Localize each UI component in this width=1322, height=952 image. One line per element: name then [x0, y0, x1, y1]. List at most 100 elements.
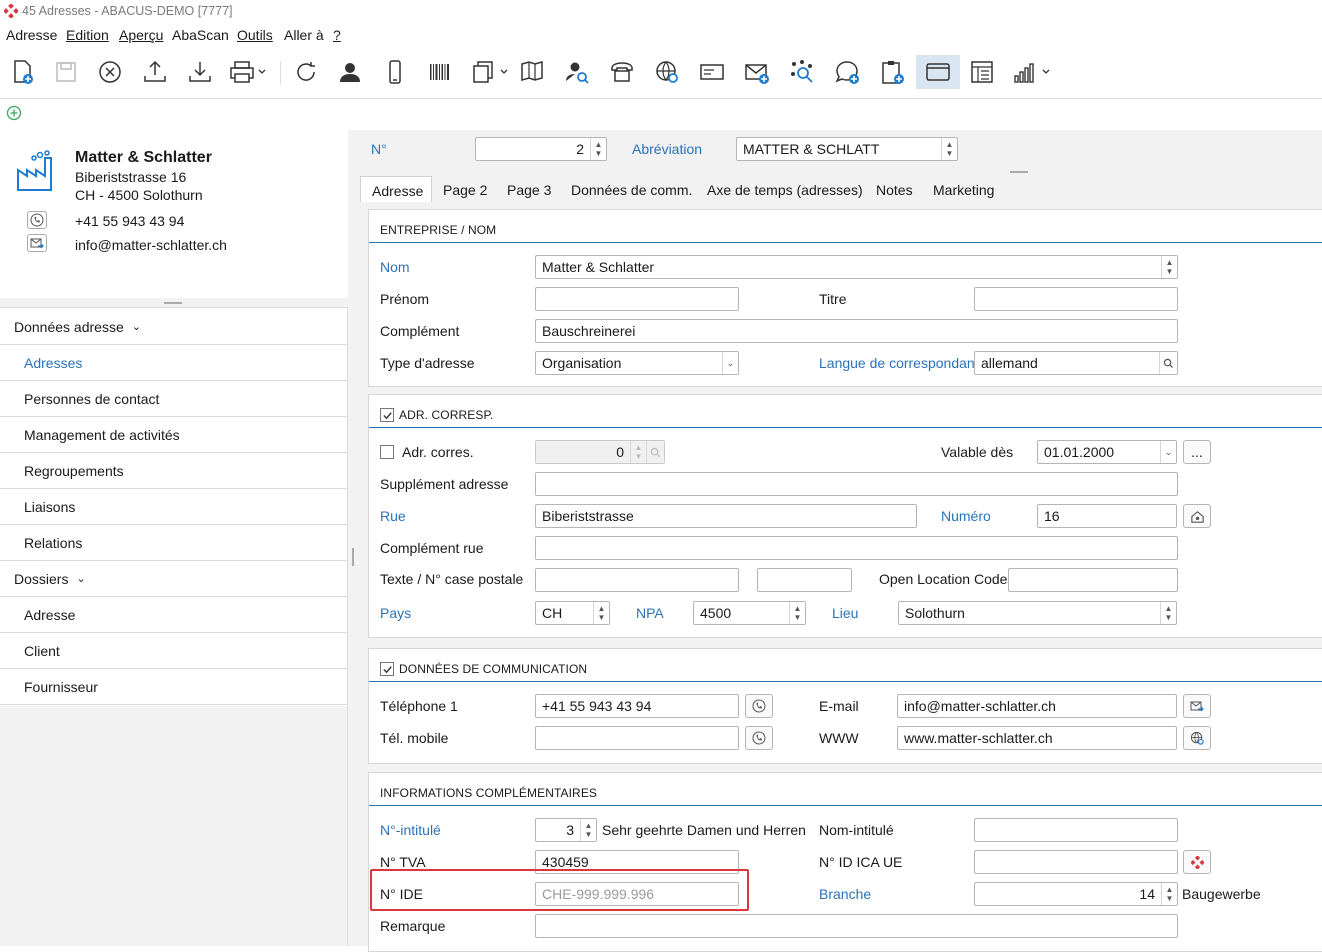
tab-donnees-de-comm[interactable]: Données de comm. — [571, 176, 692, 202]
cancel-icon[interactable] — [90, 55, 130, 89]
network-search-icon[interactable] — [782, 55, 822, 89]
nav-group-dossiers[interactable]: Dossiers ⌄ — [0, 561, 347, 597]
remarque-field[interactable] — [535, 914, 1178, 938]
print-icon[interactable] — [222, 55, 272, 89]
nav-group-donnees-adresse[interactable]: Données adresse ⌄ — [0, 309, 347, 345]
tab-notes[interactable]: Notes — [876, 176, 913, 202]
tab-axe-de-temps[interactable]: Axe de temps (adresses) — [707, 176, 863, 202]
adr-corresp-section-checkbox[interactable] — [380, 408, 394, 422]
adr-corres-field[interactable]: 0 ▲ ▼ — [535, 440, 665, 464]
nav-item-management-activites[interactable]: Management de activités — [0, 417, 347, 453]
supplement-adresse-field[interactable] — [535, 472, 1178, 496]
map-location-button[interactable] — [1183, 504, 1211, 528]
mobile-icon[interactable] — [375, 55, 415, 89]
nav-item-personnes-de-contact[interactable]: Personnes de contact — [0, 381, 347, 417]
add-circle-icon[interactable] — [6, 105, 22, 121]
telephone-icon[interactable] — [602, 55, 642, 89]
tab-marketing[interactable]: Marketing — [933, 176, 994, 202]
nav-item-adresse[interactable]: Adresse — [0, 597, 347, 633]
adr-corres-checkbox[interactable] — [380, 445, 394, 459]
type-adresse-select[interactable]: Organisation ⌄ — [535, 351, 739, 375]
phone-call-button[interactable] — [27, 211, 47, 229]
rue-field[interactable]: Biberiststrasse — [535, 504, 917, 528]
nav-item-regroupements[interactable]: Regroupements — [0, 453, 347, 489]
nav-item-fournisseur[interactable]: Fournisseur — [0, 669, 347, 705]
card-icon[interactable] — [692, 55, 732, 89]
person-icon[interactable] — [330, 55, 370, 89]
barcode-icon[interactable] — [420, 55, 460, 89]
tab-page-3[interactable]: Page 3 — [507, 176, 551, 202]
npa-field[interactable]: 4500 ▲ ▼ — [693, 601, 806, 625]
spinner-icon[interactable]: ▲ ▼ — [789, 602, 805, 624]
menu-abascan[interactable]: AbaScan — [172, 27, 229, 43]
spinner-icon[interactable]: ▲ ▼ — [1160, 602, 1176, 624]
send-email-button[interactable] — [1183, 694, 1211, 718]
new-document-icon[interactable] — [2, 55, 42, 89]
pays-field[interactable]: CH ▲ ▼ — [535, 601, 610, 625]
open-website-button[interactable] — [1183, 726, 1211, 750]
window-icon[interactable] — [916, 55, 960, 89]
chart-icon[interactable] — [1006, 55, 1056, 89]
spinner-icon[interactable]: ▲ ▼ — [1161, 256, 1177, 278]
telephone-field[interactable]: +41 55 943 43 94 — [535, 694, 739, 718]
web-search-icon[interactable] — [647, 55, 687, 89]
menu-aller-a[interactable]: Aller à — [284, 27, 324, 43]
call-phone-button[interactable] — [745, 694, 773, 718]
person-search-icon[interactable] — [557, 55, 597, 89]
menu-help[interactable]: ? — [333, 27, 341, 43]
branche-field[interactable]: 14 ▲ ▼ — [974, 882, 1178, 906]
lieu-field[interactable]: Solothurn ▲ ▼ — [898, 601, 1177, 625]
layout-icon[interactable] — [962, 55, 1002, 89]
mobile-field[interactable] — [535, 726, 739, 750]
upload-icon[interactable] — [135, 55, 175, 89]
menu-apercu[interactable]: Aperçu — [119, 27, 163, 43]
spinner-icon[interactable]: ▲ ▼ — [590, 138, 606, 160]
menu-edition[interactable]: Edition — [66, 27, 109, 43]
chevron-down-icon[interactable]: ⌄ — [722, 352, 738, 374]
menu-outils[interactable]: Outils — [237, 27, 273, 43]
spinner-icon[interactable]: ▲ ▼ — [580, 819, 596, 841]
refresh-icon[interactable] — [286, 55, 326, 89]
chat-add-icon[interactable] — [827, 55, 867, 89]
numero-field[interactable]: 16 — [1037, 504, 1177, 528]
ica-lookup-button[interactable] — [1183, 850, 1211, 874]
clipboard-add-icon[interactable] — [872, 55, 912, 89]
complement-field[interactable]: Bauschreinerei — [535, 319, 1178, 343]
ica-ue-field[interactable] — [974, 850, 1178, 874]
nav-item-relations[interactable]: Relations — [0, 525, 347, 561]
search-icon[interactable] — [646, 441, 664, 463]
abbreviation-field[interactable]: MATTER & SCHLATT ▲ ▼ — [736, 137, 958, 161]
save-icon[interactable] — [46, 55, 86, 89]
spinner-icon[interactable]: ▲ ▼ — [593, 602, 609, 624]
valable-des-field[interactable]: 01.01.2000 ⌄ — [1037, 440, 1177, 464]
texte-case-postale-field[interactable] — [535, 568, 739, 592]
spinner-icon[interactable]: ▲ ▼ — [1161, 883, 1177, 905]
horizontal-splitter[interactable] — [0, 298, 348, 308]
number-field[interactable]: 2 ▲ ▼ — [475, 137, 607, 161]
open-location-code-field[interactable] — [1008, 568, 1178, 592]
nav-item-liaisons[interactable]: Liaisons — [0, 489, 347, 525]
titre-field[interactable] — [974, 287, 1178, 311]
send-email-button[interactable] — [27, 234, 47, 252]
spinner-icon[interactable]: ▲ ▼ — [941, 138, 957, 160]
email-field[interactable]: info@matter-schlatter.ch — [897, 694, 1177, 718]
menu-adresse[interactable]: Adresse — [6, 27, 57, 43]
nom-intitule-field[interactable] — [974, 818, 1178, 842]
nav-item-client[interactable]: Client — [0, 633, 347, 669]
call-mobile-button[interactable] — [745, 726, 773, 750]
nav-item-adresses[interactable]: Adresses — [0, 345, 347, 381]
langue-field[interactable]: allemand — [974, 351, 1178, 375]
vertical-splitter[interactable] — [348, 130, 360, 946]
prenom-field[interactable] — [535, 287, 739, 311]
more-button[interactable]: ... — [1183, 440, 1211, 464]
communication-section-checkbox[interactable] — [380, 662, 394, 676]
intitule-field[interactable]: 3 ▲ ▼ — [535, 818, 597, 842]
download-icon[interactable] — [180, 55, 220, 89]
copy-documents-icon[interactable] — [464, 55, 514, 89]
email-add-icon[interactable] — [737, 55, 777, 89]
tab-adresse[interactable]: Adresse — [360, 176, 432, 202]
tab-page-2[interactable]: Page 2 — [443, 176, 487, 202]
complement-rue-field[interactable] — [535, 536, 1178, 560]
spinner-icon[interactable]: ▲ ▼ — [630, 441, 646, 463]
nom-field[interactable]: Matter & Schlatter ▲ ▼ — [535, 255, 1178, 279]
